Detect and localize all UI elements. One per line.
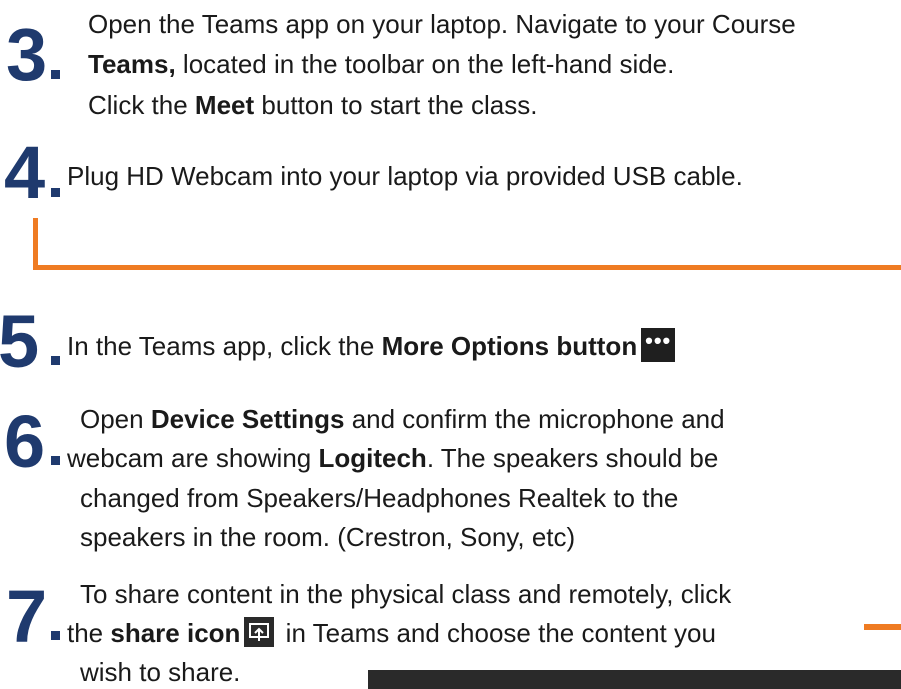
step-7-bullet <box>51 631 60 640</box>
step-3-line-2: Teams, located in the toolbar on the lef… <box>88 49 675 79</box>
orange-separator-vertical <box>33 218 38 270</box>
step-5-bullet <box>51 356 60 365</box>
step-7-line-3: wish to share. <box>80 657 241 687</box>
dark-screenshot-edge <box>368 670 901 689</box>
step-6-number: 6 <box>4 400 45 483</box>
step-3-line-3: Click the Meet button to start the class… <box>88 90 538 120</box>
orange-separator-horizontal <box>33 265 901 270</box>
share-icon <box>244 617 275 648</box>
step-6-line-2: webcam are showing Logitech. The speaker… <box>67 443 719 473</box>
step-6-bullet <box>51 456 60 465</box>
step-3-number: 3 <box>6 13 47 96</box>
step-5-line-1: In the Teams app, click the More Options… <box>67 328 676 365</box>
more-options-icon: ••• <box>641 328 676 363</box>
step-4-bullet <box>51 188 60 197</box>
step-5-number: 5 <box>0 300 39 383</box>
step-7-line-1: To share content in the physical class a… <box>80 579 732 609</box>
step-6-line-1: Open Device Settings and confirm the mic… <box>80 404 725 434</box>
step-3-bullet <box>51 70 60 79</box>
step-4-number: 4 <box>4 131 45 214</box>
orange-dash <box>864 624 901 630</box>
step-6-line-3: changed from Speakers/Headphones Realtek… <box>80 483 679 513</box>
step-4-line-1: Plug HD Webcam into your laptop via prov… <box>67 161 743 191</box>
step-3-line-1: Open the Teams app on your laptop. Navig… <box>88 9 796 39</box>
step-7-number: 7 <box>6 575 47 658</box>
step-7-line-2: the share icon in Teams and choose the c… <box>67 617 716 648</box>
step-6-line-4: speakers in the room. (Crestron, Sony, e… <box>80 522 576 552</box>
